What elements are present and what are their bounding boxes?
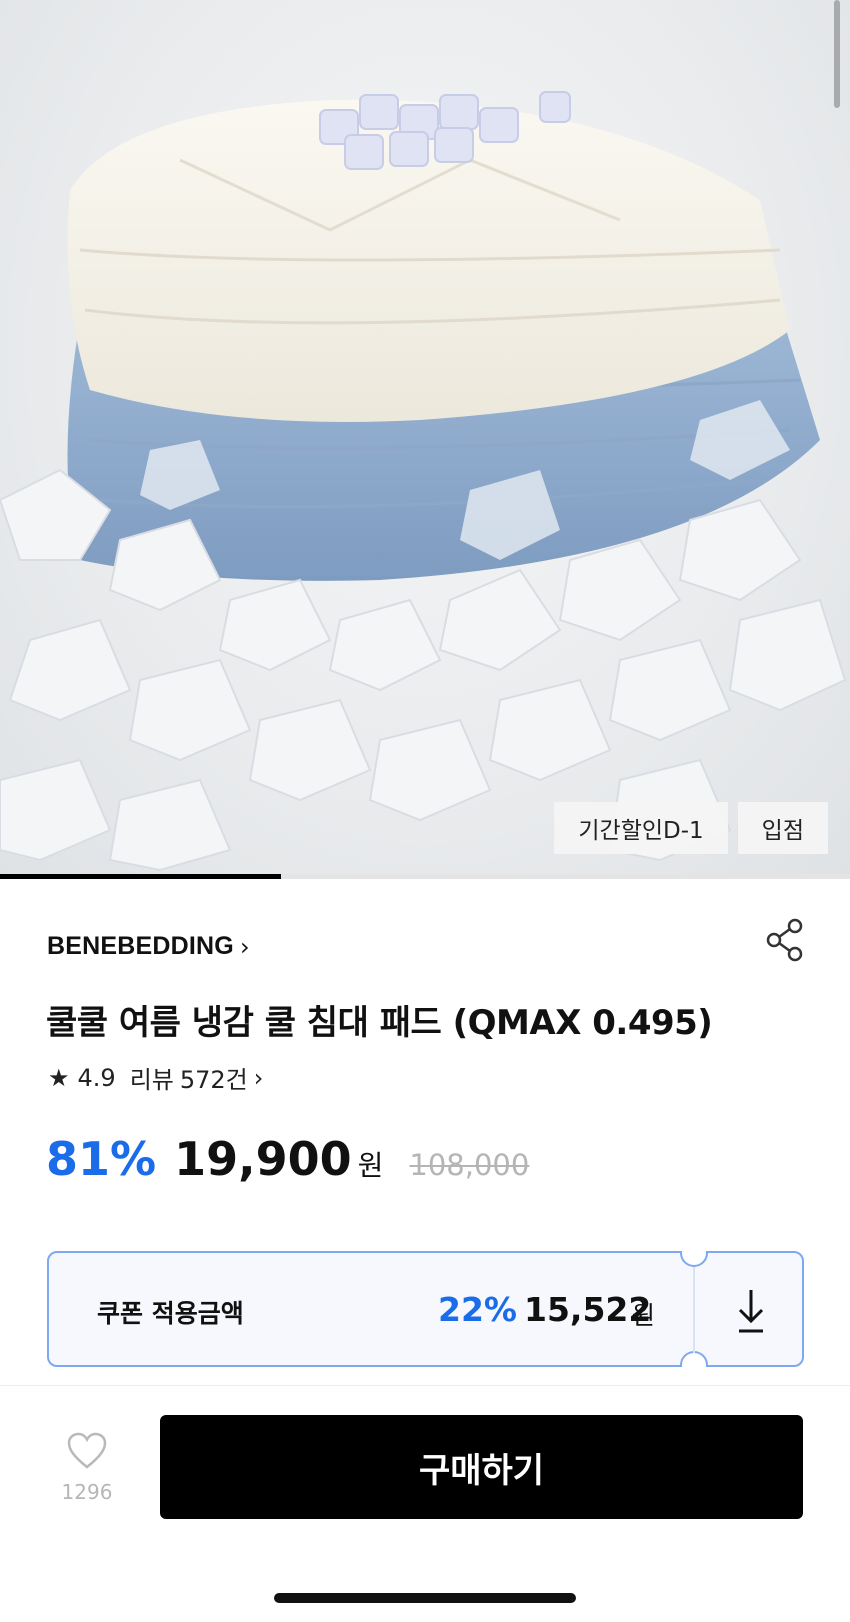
discount-rate: 81% (46, 1132, 157, 1186)
coupon-card[interactable]: 쿠폰 적용금액 22% 15,522 원 (47, 1251, 804, 1367)
sale-price: 19,900 (174, 1132, 352, 1186)
original-price: 108,000 (409, 1148, 530, 1182)
like-button[interactable]: 1296 (52, 1432, 122, 1504)
download-icon[interactable] (729, 1286, 773, 1336)
hero-badges: 기간할인D-1 입점 (554, 802, 828, 854)
price-row: 81% 19,900 원 108,000 (46, 1132, 529, 1186)
product-title: 쿨쿨 여름 냉감 쿨 침대 패드 (QMAX 0.495) (46, 1003, 713, 1043)
share-icon[interactable] (765, 918, 805, 962)
coupon-notch (680, 1251, 708, 1267)
review-count: 572건 (179, 1066, 248, 1094)
bottom-bar-divider (0, 1385, 850, 1386)
product-photo-illustration (0, 91, 847, 872)
star-icon: ★ (48, 1063, 70, 1092)
review-label: 리뷰 (129, 1066, 174, 1094)
buy-button[interactable]: 구매하기 (160, 1415, 803, 1519)
coupon-discount: 22% (438, 1290, 517, 1329)
home-indicator (274, 1593, 576, 1603)
rating-review-link[interactable]: ★ 4.9 리뷰 572건 › (48, 1060, 263, 1095)
chevron-right-icon: › (253, 1063, 264, 1092)
image-carousel-progress (0, 874, 850, 879)
badge-time-sale: 기간할인D-1 (554, 802, 728, 854)
brand-link[interactable]: BENEBEDDING › (47, 932, 250, 961)
product-image[interactable]: 기간할인D-1 입점 (0, 0, 850, 876)
image-carousel-progress-fill (0, 874, 281, 879)
scrollbar[interactable] (834, 0, 840, 108)
currency-unit: 원 (357, 1149, 384, 1182)
coupon-notch (680, 1351, 708, 1367)
badge-entry: 입점 (737, 802, 828, 854)
coupon-label: 쿠폰 적용금액 (97, 1299, 244, 1328)
coupon-divider (693, 1267, 695, 1353)
like-count: 1296 (61, 1480, 113, 1504)
rating-value: 4.9 (77, 1063, 116, 1092)
coupon-currency: 원 (632, 1301, 656, 1330)
chevron-right-icon: › (239, 932, 250, 961)
brand-name: BENEBEDDING (47, 932, 234, 960)
heart-icon (67, 1432, 107, 1469)
